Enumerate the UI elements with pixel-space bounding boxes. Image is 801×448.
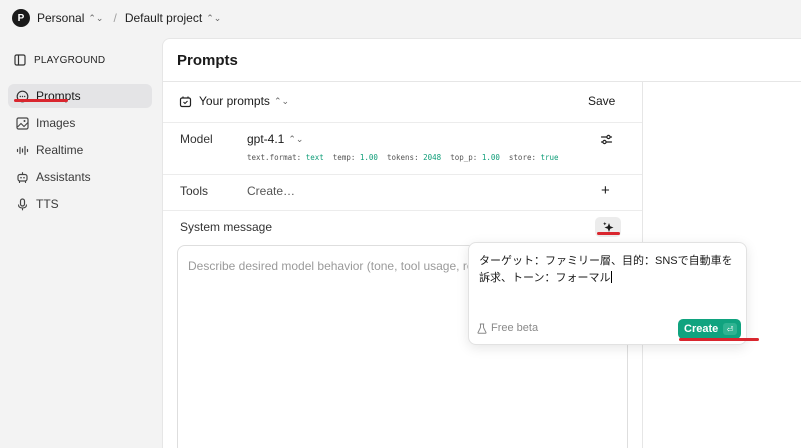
sidebar-item-assistants[interactable]: Assistants (8, 165, 152, 189)
annotation-underline (597, 232, 620, 235)
top-bar: P Personal ⌃⌄ / Default project ⌃⌄ (0, 0, 801, 36)
tools-label: Tools (180, 184, 209, 198)
system-message-label: System message (180, 220, 273, 234)
page-title: Prompts (177, 52, 238, 69)
generate-popup: ターゲット：ファミリー層、目的：SNSで自動車を訴求、トーン：フォーマル Fre… (468, 242, 759, 345)
sidebar-item-label: TTS (36, 197, 59, 211)
model-name: gpt-4.1 (247, 132, 285, 146)
param-key: temp: (332, 153, 356, 162)
sidebar-item-label: Assistants (36, 170, 91, 184)
divider (163, 81, 801, 82)
prompt-library-icon (179, 96, 192, 107)
param-value: text (305, 153, 324, 162)
param-key: top_p: (450, 153, 478, 162)
sidebar: PLAYGROUND Prompts Images Realtime Assis… (0, 36, 162, 448)
your-prompts-dropdown[interactable]: Your prompts ⌃⌄ (179, 94, 289, 108)
sidebar-item-label: Images (36, 116, 76, 130)
param-value: true (540, 153, 559, 162)
robot-icon (17, 171, 28, 183)
divider (163, 210, 642, 211)
beta-text: Free beta (491, 322, 539, 334)
sidebar-item-label: Realtime (36, 143, 84, 157)
divider (163, 174, 642, 175)
plus-icon[interactable]: + (601, 183, 610, 198)
sidebar-panel-icon (14, 54, 26, 66)
chevron-up-down-icon: ⌃⌄ (88, 12, 104, 23)
generate-prompt-text: ターゲット：ファミリー層、目的：SNSで自動車を訴求、トーン：フォーマル (479, 255, 733, 284)
org-avatar[interactable]: P (12, 9, 30, 27)
generate-prompt-input[interactable]: ターゲット：ファミリー層、目的：SNSで自動車を訴求、トーン：フォーマル (479, 253, 734, 287)
sidebar-item-tts[interactable]: TTS (8, 192, 152, 216)
param-value: 2048 (423, 153, 442, 162)
chevron-up-down-icon: ⌃⌄ (288, 133, 304, 144)
annotation-underline (14, 99, 68, 102)
model-label: Model (180, 132, 213, 146)
project-switcher[interactable]: Default project ⌃⌄ (125, 11, 221, 25)
chevron-up-down-icon: ⌃⌄ (273, 95, 290, 106)
breadcrumb-separator: / (113, 11, 117, 25)
enter-key-icon: ⏎ (723, 323, 737, 335)
system-message-placeholder: Describe desired model behavior (tone, t… (188, 259, 488, 273)
waveform-icon (16, 145, 29, 155)
sidebar-item-images[interactable]: Images (8, 111, 152, 135)
model-select[interactable]: gpt-4.1 ⌃⌄ (247, 132, 303, 146)
param-value: 1.00 (481, 153, 500, 162)
image-icon (16, 116, 29, 130)
text-caret (611, 271, 613, 283)
microphone-icon (17, 197, 28, 210)
free-beta-label: Free beta (477, 322, 538, 334)
create-tool-button[interactable]: Create… (247, 184, 295, 198)
chevron-up-down-icon: ⌃⌄ (206, 12, 222, 23)
org-name: Personal (37, 11, 85, 25)
divider (163, 122, 642, 123)
create-label: Create (684, 323, 719, 335)
save-button[interactable]: Save (588, 94, 615, 108)
param-key: tokens: (386, 153, 419, 162)
org-switcher[interactable]: Personal ⌃⌄ (37, 11, 103, 25)
section-title: PLAYGROUND (34, 54, 106, 66)
flask-icon (477, 323, 487, 334)
sidebar-item-prompts[interactable]: Prompts (8, 84, 152, 108)
param-key: store: (508, 153, 536, 162)
param-value: 1.00 (359, 153, 378, 162)
project-name: Default project (124, 11, 203, 25)
create-button[interactable]: Create ⏎ (678, 319, 741, 339)
param-key: text.format: (247, 153, 302, 162)
settings-sliders-icon[interactable] (600, 133, 613, 146)
model-params: text.format: text temp: 1.00 tokens: 204… (247, 153, 559, 162)
your-prompts-label: Your prompts (199, 94, 270, 108)
annotation-underline (679, 338, 759, 341)
sidebar-item-realtime[interactable]: Realtime (8, 138, 152, 162)
playground-section[interactable]: PLAYGROUND (14, 54, 105, 66)
